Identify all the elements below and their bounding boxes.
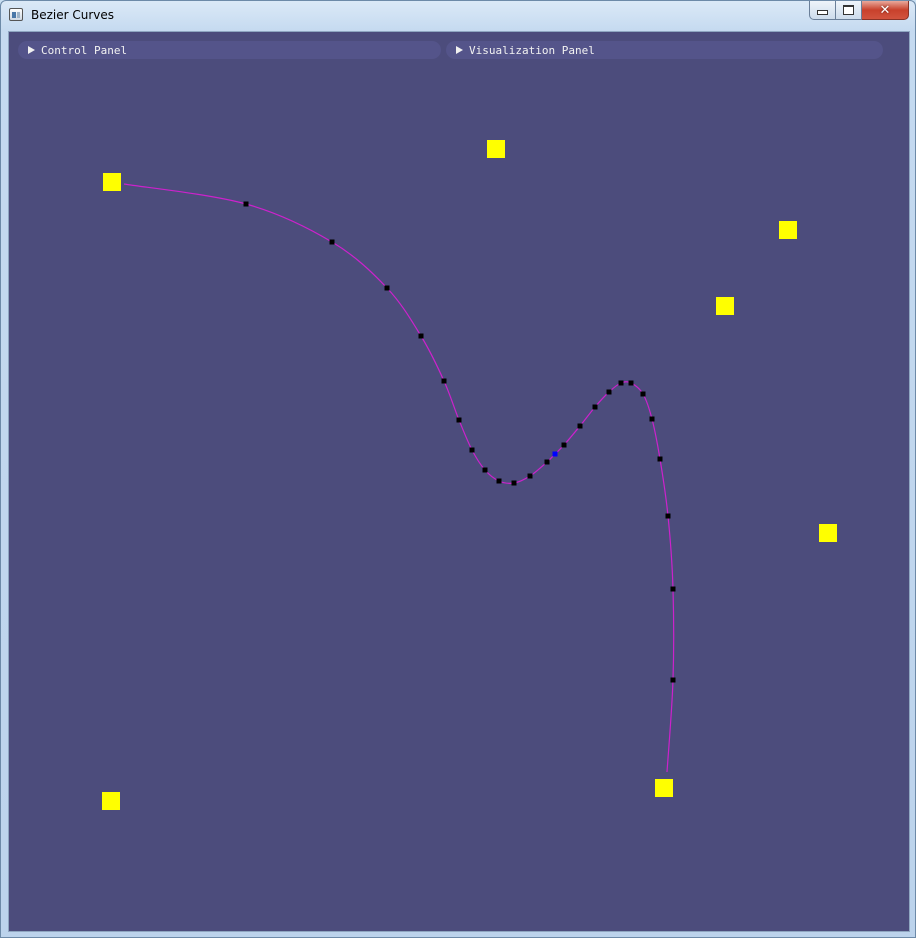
curve-sample-point xyxy=(628,380,634,386)
curve-sample-point xyxy=(657,456,663,462)
title-bar[interactable]: Bezier Curves ✕ xyxy=(1,1,915,31)
curve-sample-point xyxy=(649,416,655,422)
control-point-2[interactable] xyxy=(487,140,505,158)
curve-sample-point xyxy=(561,442,567,448)
app-icon xyxy=(9,8,23,21)
control-point-5[interactable] xyxy=(819,524,837,542)
control-points-layer xyxy=(102,140,837,810)
curve-sample-point xyxy=(606,389,612,395)
curve-sample-point xyxy=(577,423,583,429)
app-window: Bezier Curves ✕ Control Panel Visualizat… xyxy=(0,0,916,938)
control-panel-label: Control Panel xyxy=(41,43,128,57)
curve-sample-point xyxy=(482,467,488,473)
visualization-panel-label: Visualization Panel xyxy=(469,43,595,57)
curve-sample-point xyxy=(670,677,676,683)
sample-points-layer xyxy=(243,201,676,683)
close-button[interactable]: ✕ xyxy=(862,1,909,20)
curve-sample-point xyxy=(640,391,646,397)
control-point-6[interactable] xyxy=(102,792,120,810)
maximize-icon xyxy=(843,5,854,15)
curve-sample-point xyxy=(384,285,390,291)
control-point-1[interactable] xyxy=(103,173,121,191)
curve-sample-point xyxy=(329,239,335,245)
control-point-4[interactable] xyxy=(716,297,734,315)
collapsed-arrow-icon xyxy=(456,46,463,54)
collapsed-arrow-icon xyxy=(28,46,35,54)
curve-sample-point xyxy=(243,201,249,207)
control-panel-header[interactable]: Control Panel xyxy=(18,41,441,59)
window-title: Bezier Curves xyxy=(31,8,115,22)
curve-sample-point xyxy=(511,480,517,486)
bezier-canvas[interactable] xyxy=(9,32,909,931)
close-icon: ✕ xyxy=(879,2,891,18)
curve-sample-point xyxy=(456,417,462,423)
minimize-button[interactable] xyxy=(809,1,836,20)
minimize-icon xyxy=(817,9,828,15)
curve-sample-point xyxy=(418,333,424,339)
visualization-panel-header[interactable]: Visualization Panel xyxy=(446,41,883,59)
curve-layer xyxy=(123,183,675,773)
curve-sample-point xyxy=(665,513,671,519)
control-point-3[interactable] xyxy=(779,221,797,239)
curve-sample-point xyxy=(441,378,447,384)
viewport[interactable]: Control Panel Visualization Panel xyxy=(8,31,910,932)
bezier-curve xyxy=(123,183,675,773)
curve-sample-point xyxy=(469,447,475,453)
curve-sample-point xyxy=(592,404,598,410)
curve-sample-point xyxy=(670,586,676,592)
caption-buttons: ✕ xyxy=(809,1,909,21)
maximize-button[interactable] xyxy=(836,1,862,20)
curve-sample-point xyxy=(527,473,533,479)
curve-sample-point xyxy=(618,380,624,386)
curve-sample-point xyxy=(496,478,502,484)
highlighted-sample-point xyxy=(552,451,558,457)
control-point-7[interactable] xyxy=(655,779,673,797)
curve-sample-point xyxy=(544,459,550,465)
